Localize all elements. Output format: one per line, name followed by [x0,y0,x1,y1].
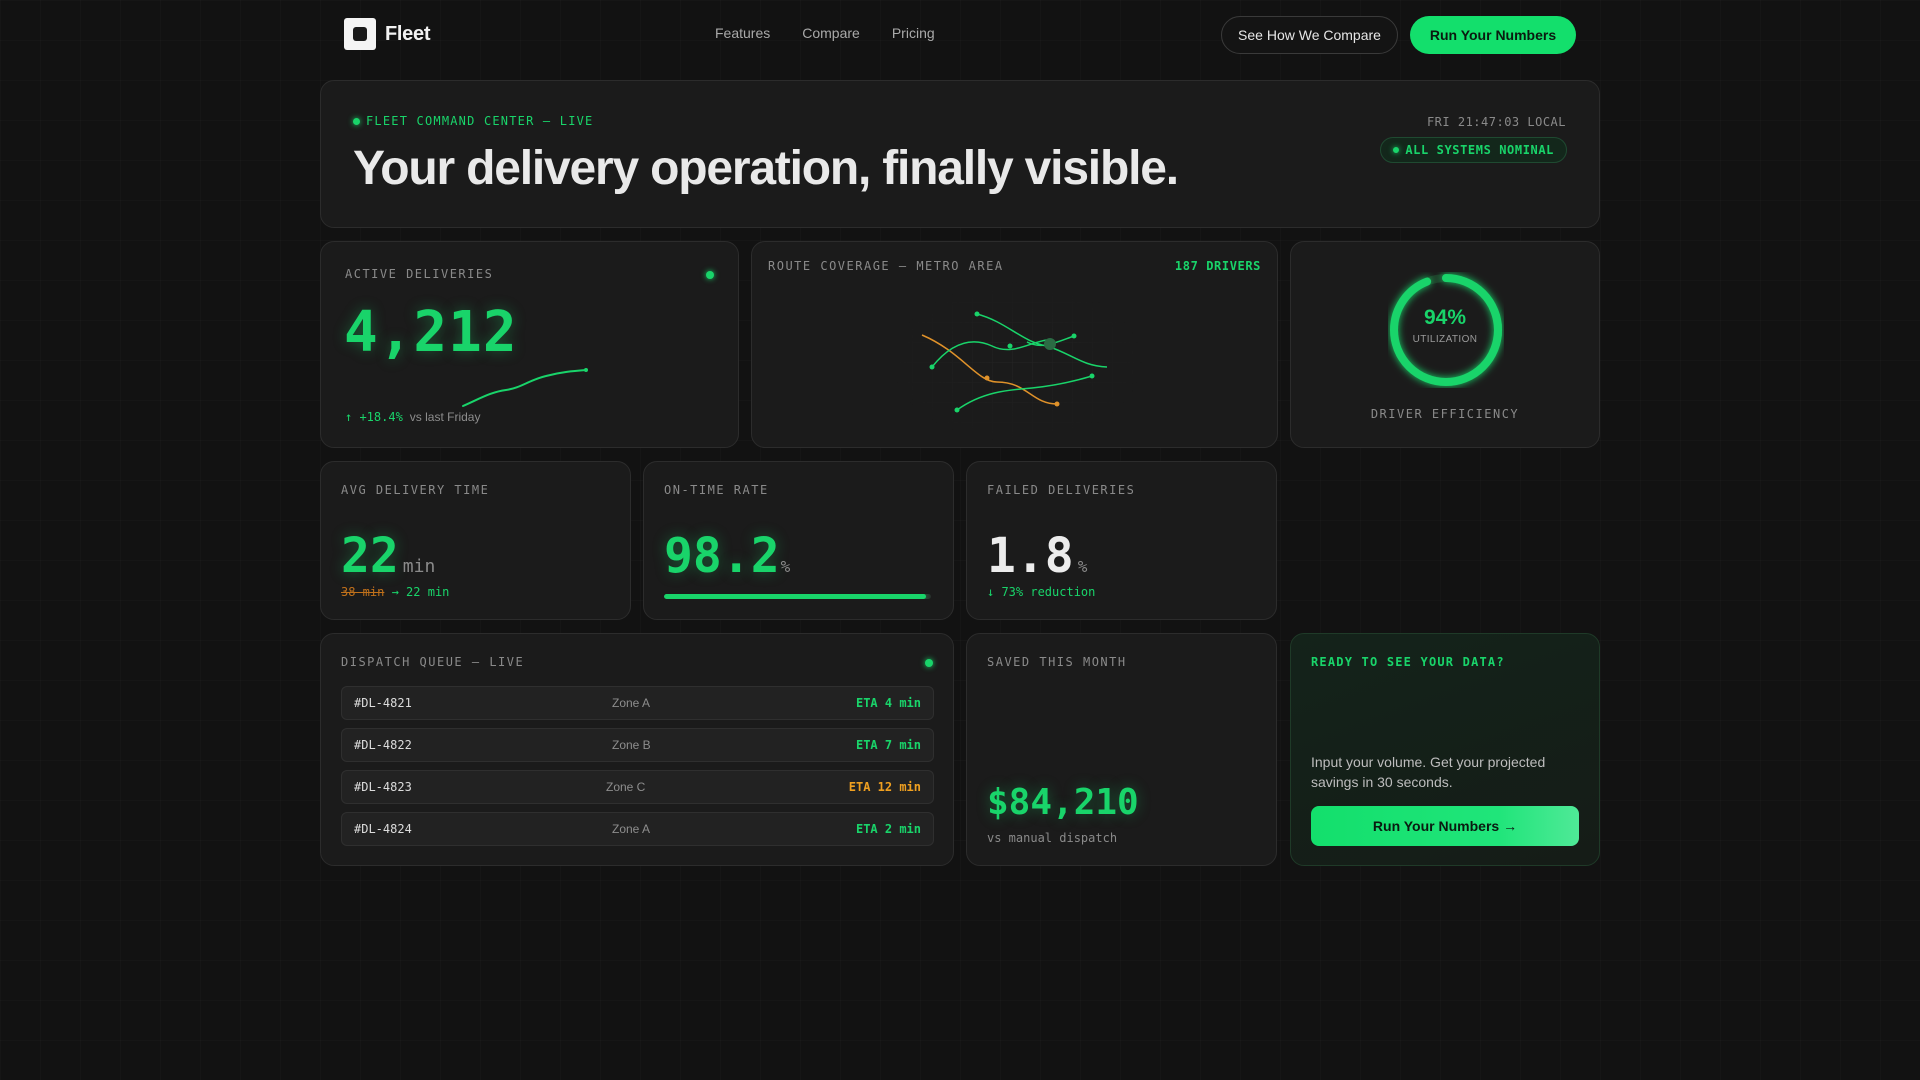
driver-marker-delayed [1054,401,1060,407]
gauge-arc [1390,274,1502,386]
utilization-label: UTILIZATION [1412,334,1478,345]
on-time-progress-fill [664,594,927,599]
local-time: FRI 21:47:03 LOCAL [1426,115,1566,129]
delivery-id: #DL-4821 [354,696,412,710]
new-time: → 22 min [391,585,450,599]
queue-row[interactable]: #DL-4821 Zone A ETA 4 min [341,686,934,720]
avg-value-unit: min [402,556,436,577]
driver-count: 187 DRIVERS [1174,259,1261,273]
delivery-id: #DL-4824 [354,822,412,836]
old-time: 38 min [341,585,385,599]
delivery-eta: ETA 2 min [855,822,921,836]
change-note: vs last Friday [409,410,481,424]
nav-link-pricing[interactable]: Pricing [892,25,935,41]
failed-unit: % [1077,557,1088,576]
nav-link-compare[interactable]: Compare [802,25,860,41]
driver-marker [954,407,960,413]
queue-row[interactable]: #DL-4823 Zone C ETA 12 min [341,770,934,804]
on-time-progress-bar [664,594,931,599]
see-how-we-compare-button[interactable]: See How We Compare [1221,16,1398,54]
saved-this-month-card: SAVED THIS MONTH $84,210 vs manual dispa… [966,633,1277,866]
delivery-zone: Zone A [612,696,651,710]
delivery-eta: ETA 7 min [855,738,921,752]
live-tag-text: FLEET COMMAND CENTER — LIVE [366,114,594,128]
live-tag: FLEET COMMAND CENTER — LIVE [353,114,593,128]
driver-efficiency-label: DRIVER EFFICIENCY [1370,407,1520,421]
queue-row[interactable]: #DL-4822 Zone B ETA 7 min [341,728,934,762]
live-dot-icon [925,659,933,667]
saved-this-month-label: SAVED THIS MONTH [987,655,1127,669]
delivery-eta: ETA 4 min [855,696,921,710]
queue-row[interactable]: #DL-4824 Zone A ETA 2 min [341,812,934,846]
active-deliveries-label: ACTIVE DELIVERIES [345,267,494,281]
driver-marker [974,311,980,317]
top-nav: Fleet Features Compare Pricing See How W… [0,0,1920,70]
driver-marker [1007,343,1013,349]
live-dot-icon [706,271,714,279]
nav-links: Features Compare Pricing [715,25,935,41]
on-time-rate-card: ON-TIME RATE 98.2% [643,461,954,620]
cta-card: READY TO SEE YOUR DATA? Input your volum… [1290,633,1600,866]
utilization-value: 94% [1423,306,1467,329]
hero-card: FLEET COMMAND CENTER — LIVE Your deliver… [320,80,1600,228]
delivery-id: #DL-4822 [354,738,412,752]
on-time-rate-value: 98.2% [664,528,790,584]
driver-marker [1071,333,1077,339]
avg-delivery-comparison: 38 min → 22 min [341,585,449,599]
failed-deliveries-card: FAILED DELIVERIES 1.8% ↓ 73% reduction [966,461,1277,620]
route-map [892,282,1142,442]
brand-logo[interactable]: Fleet [344,18,430,50]
status-dot-icon [1393,147,1400,153]
active-deliveries-value: 4,212 [344,300,518,365]
on-time-number: 98.2 [664,528,780,584]
driver-efficiency-card: 94% UTILIZATION DRIVER EFFICIENCY [1290,241,1600,448]
cta-heading: READY TO SEE YOUR DATA? [1311,655,1505,669]
brand-name: Fleet [385,22,431,45]
avg-delivery-time-label: AVG DELIVERY TIME [341,483,490,497]
saved-amount: $84,210 [987,782,1139,823]
nav-link-features[interactable]: Features [715,25,770,41]
map-grid [892,282,1142,442]
hub-marker [1044,338,1056,350]
utilization-gauge [1390,274,1502,386]
driver-marker [929,364,935,370]
failed-number: 1.8 [987,528,1074,584]
active-deliveries-change: ↑ +18.4% vs last Friday [345,410,480,424]
change-value: ↑ +18.4% [345,410,403,424]
saved-note: vs manual dispatch [987,831,1118,845]
on-time-rate-label: ON-TIME RATE [664,483,769,497]
logo-icon [344,18,376,50]
failed-reduction: ↓ 73% reduction [987,585,1096,599]
delivery-eta: ETA 12 min [848,780,921,794]
active-deliveries-card: ACTIVE DELIVERIES 4,212 ↑ +18.4% vs last… [320,241,739,448]
delivery-id: #DL-4823 [354,780,412,794]
route-coverage-card: ROUTE COVERAGE — METRO AREA 187 DRIVERS [751,241,1278,448]
status-badge: ALL SYSTEMS NOMINAL [1380,137,1567,163]
page-title: Your delivery operation, finally visible… [353,142,1179,195]
live-dot-icon [353,117,360,125]
trend-sparkline [462,368,588,407]
status-text: ALL SYSTEMS NOMINAL [1405,143,1554,157]
route-coverage-label: ROUTE COVERAGE — METRO AREA [768,259,1004,273]
failed-deliveries-value: 1.8% [987,528,1087,584]
cta-description: Input your volume. Get your projected sa… [1311,754,1546,790]
delivery-zone: Zone C [606,780,646,794]
avg-delivery-time-card: AVG DELIVERY TIME 22 min 38 min → 22 min [320,461,631,620]
delivery-zone: Zone A [612,822,651,836]
delivery-zone: Zone B [612,738,651,752]
dispatch-queue-card: DISPATCH QUEUE — LIVE #DL-4821 Zone A ET… [320,633,954,866]
dispatch-queue-label: DISPATCH QUEUE — LIVE [341,655,525,669]
driver-marker-delayed [984,375,990,381]
failed-deliveries-label: FAILED DELIVERIES [987,483,1136,497]
dispatch-queue-list: #DL-4821 Zone A ETA 4 min #DL-4822 Zone … [341,686,934,854]
on-time-unit: % [780,557,791,576]
avg-delivery-time-value: 22 min [341,528,435,584]
driver-marker [1089,373,1095,379]
run-your-numbers-button[interactable]: Run Your Numbers → [1311,806,1579,846]
run-your-numbers-nav-button[interactable]: Run Your Numbers [1410,16,1576,54]
avg-value-number: 22 [341,528,399,584]
